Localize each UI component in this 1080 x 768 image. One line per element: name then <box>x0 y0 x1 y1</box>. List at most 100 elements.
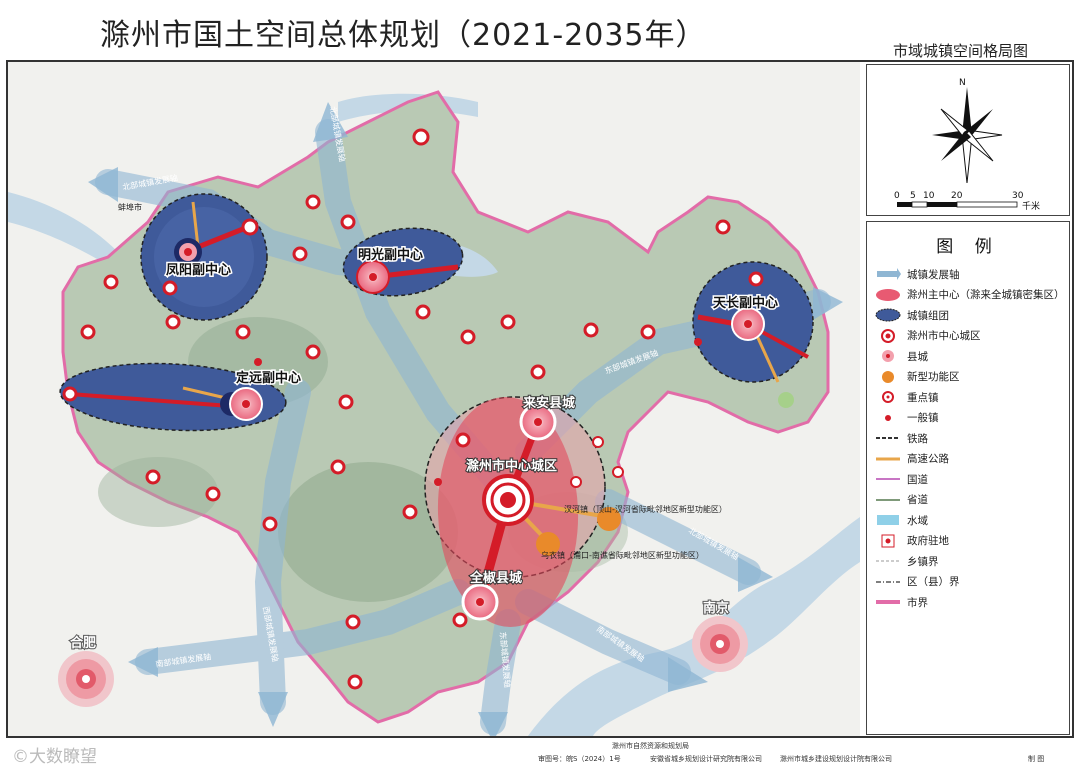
legend-label: 城镇发展轴 <box>907 268 960 281</box>
legend-item-national-road: 国道 <box>875 469 928 489</box>
legend-label: 一般镇 <box>907 412 939 424</box>
label-dingyuan: 定远副中心 <box>235 370 301 386</box>
town-key <box>330 459 346 475</box>
new-zone-icon <box>875 369 901 385</box>
footer-approval: 审图号：皖S（2024）1号 <box>538 755 621 763</box>
town-icon <box>875 410 901 426</box>
town-key <box>640 324 656 340</box>
scale-unit: 千米 <box>1022 200 1040 212</box>
town-general <box>612 466 624 478</box>
legend-label: 政府驻地 <box>907 535 949 547</box>
compass-rose-icon <box>932 87 1003 184</box>
legend-label: 滁州主中心（滁来全城镇密集区） <box>907 289 1065 301</box>
legend-label: 城镇组团 <box>907 309 949 322</box>
hill-area-2 <box>98 457 218 527</box>
town-key <box>235 324 251 340</box>
legend-item-axis-arrow: 城镇发展轴 <box>875 264 960 284</box>
nanjing-marker <box>692 616 748 672</box>
scale-tick-5: 5 <box>910 191 916 201</box>
town-key <box>292 246 308 262</box>
footer-org-2: 滁州市城乡建设规划设计院有限公司 <box>780 755 892 763</box>
legend-title: 图 例 <box>936 237 1000 257</box>
legend-label: 县城 <box>907 350 928 363</box>
town-key <box>455 432 471 448</box>
north-label: N <box>959 78 966 88</box>
town-key <box>347 674 363 690</box>
government-icon <box>875 533 901 549</box>
label-bengbu: 蚌埠市 <box>118 202 142 212</box>
legend-label: 重点镇 <box>907 391 939 404</box>
label-fengyang: 凤阳副中心 <box>166 262 231 278</box>
legend-label: 滁州市中心城区 <box>907 330 981 342</box>
town-key <box>530 364 546 380</box>
label-nanjing: 南京 <box>703 600 729 616</box>
legend-item-township-boundary: 乡镇界 <box>875 551 939 571</box>
town-general <box>434 478 442 486</box>
scale-tick-30: 30 <box>1012 191 1024 201</box>
legend-item-town: 一般镇 <box>875 408 939 428</box>
legend-item-main-center: 滁州主中心（滁来全城镇密集区） <box>875 285 1065 305</box>
legend-label: 高速公路 <box>907 453 949 465</box>
town-key <box>145 469 161 485</box>
hefei-marker <box>58 651 114 707</box>
town-general <box>592 436 604 448</box>
legend-item-city-center: 滁州市中心城区 <box>875 326 981 346</box>
label-quanjiao: 全椒县城 <box>469 570 522 586</box>
town-general <box>694 338 702 346</box>
fengyang-cluster <box>140 193 268 321</box>
town-key <box>415 304 431 320</box>
legend-box: 图 例 城镇发展轴滁州主中心（滁来全城镇密集区） 城镇组团滁州市中心城区 县城新型功… <box>866 221 1070 735</box>
town-key <box>305 344 321 360</box>
legend-item-key-town: 重点镇 <box>875 387 939 407</box>
legend-label: 水域 <box>907 514 928 527</box>
town-key <box>412 128 430 146</box>
county-icon <box>875 348 901 364</box>
railway-icon <box>875 430 901 446</box>
city-boundary-icon <box>875 594 901 610</box>
town-key <box>262 516 278 532</box>
key-town-icon <box>875 389 901 405</box>
label-hefei: 合肥 <box>70 635 96 651</box>
town-key <box>500 314 516 330</box>
legend-item-provincial-road: 省道 <box>875 490 928 510</box>
scale-tick-10: 10 <box>923 191 935 201</box>
map-subtitle: 市域城镇空间格局图 <box>892 42 1028 60</box>
township-boundary-icon <box>875 553 901 569</box>
legend-item-new-zone: 新型功能区 <box>875 367 960 387</box>
map-canvas[interactable]: 凤阳副中心 明光副中心 定远副中心 天长副中心 来安县城 滁州市中心城区 全椒县… <box>8 62 860 736</box>
town-key <box>338 394 354 410</box>
legend-item-expressway: 高速公路 <box>875 449 949 469</box>
side-panel: N 0 5 10 20 30 千米 图 例 城镇发展轴 滁州主中心（滁来全城镇密… <box>866 64 1070 736</box>
expressway-icon <box>875 451 901 467</box>
footer-org-4: 制 图 <box>1028 755 1045 763</box>
compass-box: N 0 5 10 20 30 千米 <box>866 64 1070 216</box>
legend-label: 国道 <box>907 473 928 486</box>
town-general <box>570 476 582 488</box>
town-key <box>165 314 181 330</box>
scale-bar <box>897 201 1018 208</box>
legend-item-cluster: 城镇组团 <box>875 305 949 325</box>
label-tianchang: 天长副中心 <box>713 295 778 311</box>
scale-tick-20: 20 <box>951 191 963 201</box>
legend-item-city-boundary: 市界 <box>875 592 928 612</box>
label-laian: 来安县城 <box>522 395 575 411</box>
label-zone-2: 乌衣镇（浦口-南谯省际毗邻地区新型功能区） <box>541 550 704 560</box>
town-key <box>205 486 221 502</box>
town-key <box>583 322 599 338</box>
scale-tick-0: 0 <box>894 191 900 201</box>
label-zone-1: 汊河镇（顶山-汊河省际毗邻地区新型功能区） <box>564 504 727 514</box>
legend-label: 新型功能区 <box>907 371 960 383</box>
town-key <box>305 194 321 210</box>
axis-arrow-icon <box>875 266 901 282</box>
town-key <box>748 271 764 287</box>
main-center-icon <box>875 287 901 303</box>
legend-item-county: 县城 <box>875 346 928 366</box>
district-boundary-icon <box>875 574 901 590</box>
legend-item-water: 水域 <box>875 510 928 530</box>
city-center-icon <box>875 328 901 344</box>
footer-org-3: 滁州市自然资源和规划局 <box>612 742 689 750</box>
national-road-icon <box>875 471 901 487</box>
legend-item-government: 政府驻地 <box>875 531 949 551</box>
town-key <box>345 614 361 630</box>
town-key <box>103 274 119 290</box>
